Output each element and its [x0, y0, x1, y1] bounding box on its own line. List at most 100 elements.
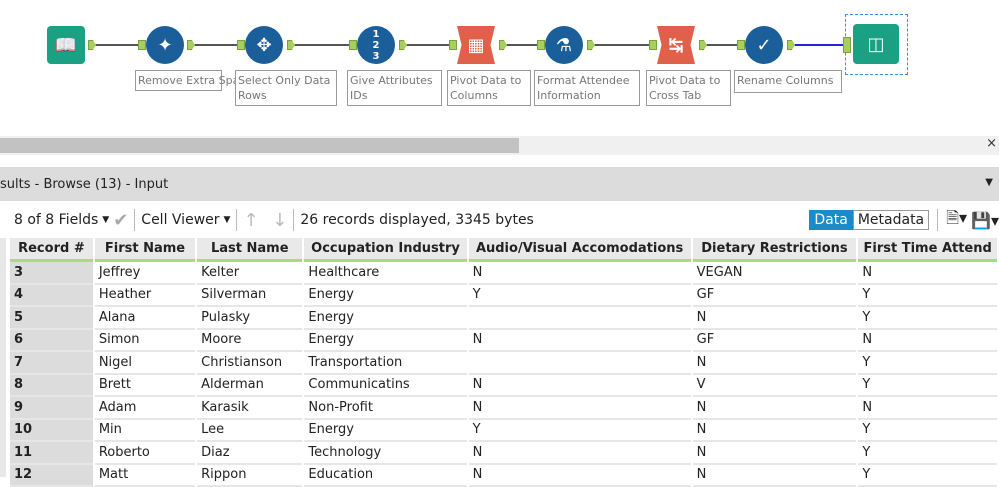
table-cell[interactable]: Non-Profit: [304, 397, 466, 420]
table-cell[interactable]: Energy: [304, 307, 466, 330]
output-anchor[interactable]: [88, 40, 96, 50]
metadata-tab[interactable]: Metadata: [853, 210, 929, 230]
dynamic-rename-tool[interactable]: ✓: [745, 26, 783, 64]
table-cell[interactable]: [469, 307, 691, 330]
input-anchor[interactable]: [537, 40, 545, 50]
input-anchor[interactable]: [449, 40, 457, 50]
input-anchor[interactable]: [349, 40, 357, 50]
column-header[interactable]: Last Name: [197, 238, 302, 262]
record-number[interactable]: 11: [10, 442, 93, 465]
output-anchor[interactable]: [399, 40, 407, 50]
table-cell[interactable]: Christianson: [197, 352, 302, 375]
input-anchor[interactable]: [237, 40, 245, 50]
column-header[interactable]: First Time Attend: [858, 238, 997, 262]
table-cell[interactable]: Heather: [95, 285, 195, 308]
table-cell[interactable]: N: [469, 397, 691, 420]
table-cell[interactable]: Technology: [304, 442, 466, 465]
column-header[interactable]: Dietary Restrictions: [693, 238, 857, 262]
copy-icon[interactable]: 🗎▾: [946, 207, 967, 234]
table-cell[interactable]: Energy: [304, 330, 466, 353]
close-icon[interactable]: ×: [986, 136, 997, 151]
table-row[interactable]: 7NigelChristiansonTransportationNY: [10, 352, 997, 375]
table-cell[interactable]: N: [858, 397, 997, 420]
table-cell[interactable]: [469, 352, 691, 375]
record-number[interactable]: 7: [10, 352, 93, 375]
table-cell[interactable]: Alana: [95, 307, 195, 330]
table-cell[interactable]: N: [693, 465, 857, 487]
table-row[interactable]: 4HeatherSilvermanEnergyYGFY: [10, 285, 997, 308]
table-cell[interactable]: N: [693, 420, 857, 443]
scrollbar-thumb[interactable]: [0, 138, 519, 153]
table-row[interactable]: 12MattRipponEducationNNY: [10, 465, 997, 487]
table-cell[interactable]: Diaz: [197, 442, 302, 465]
arrow-up-icon[interactable]: ↑: [243, 210, 258, 231]
horizontal-scrollbar[interactable]: ×: [0, 136, 999, 155]
table-cell[interactable]: GF: [693, 330, 857, 353]
table-cell[interactable]: Karasik: [197, 397, 302, 420]
table-cell[interactable]: N: [858, 262, 997, 285]
dropdown-icon[interactable]: ▼: [985, 177, 993, 188]
table-cell[interactable]: N: [469, 330, 691, 353]
output-anchor[interactable]: [587, 40, 595, 50]
input-anchor[interactable]: [737, 40, 745, 50]
output-anchor[interactable]: [187, 40, 195, 50]
table-cell[interactable]: GF: [693, 285, 857, 308]
table-cell[interactable]: Moore: [197, 330, 302, 353]
table-cell[interactable]: Communicatins: [304, 375, 466, 398]
table-cell[interactable]: Y: [858, 285, 997, 308]
check-icon[interactable]: ✔: [113, 210, 128, 231]
table-cell[interactable]: Alderman: [197, 375, 302, 398]
save-icon[interactable]: 💾▾: [971, 211, 999, 230]
table-cell[interactable]: Silverman: [197, 285, 302, 308]
table-row[interactable]: 5AlanaPulaskyEnergy NY: [10, 307, 997, 330]
table-cell[interactable]: Y: [858, 375, 997, 398]
table-row[interactable]: 3JeffreyKelterHealthcareNVEGANN: [10, 262, 997, 285]
table-cell[interactable]: N: [693, 307, 857, 330]
table-cell[interactable]: N: [858, 330, 997, 353]
column-header[interactable]: Record #: [10, 238, 93, 262]
cross-tab-tool[interactable]: ↹: [657, 26, 695, 64]
table-cell[interactable]: Roberto: [95, 442, 195, 465]
record-number[interactable]: 4: [10, 285, 93, 308]
formula-tool[interactable]: ⚗: [545, 26, 583, 64]
table-cell[interactable]: Kelter: [197, 262, 302, 285]
table-cell[interactable]: N: [469, 262, 691, 285]
record-id-tool[interactable]: 123: [357, 26, 395, 64]
output-anchor[interactable]: [287, 40, 295, 50]
table-cell[interactable]: N: [469, 442, 691, 465]
table-cell[interactable]: VEGAN: [693, 262, 857, 285]
data-tab[interactable]: Data: [809, 210, 852, 230]
table-cell[interactable]: N: [469, 375, 691, 398]
table-cell[interactable]: Matt: [95, 465, 195, 487]
input-data-tool[interactable]: 📖: [47, 26, 85, 64]
table-row[interactable]: 9AdamKarasikNon-ProfitNNN: [10, 397, 997, 420]
table-cell[interactable]: Y: [858, 352, 997, 375]
workflow-canvas[interactable]: 📖 ✦ ✥ 123 ▦ ⚗ ↹ ✓ ◫ Remove Extra Spaces …: [0, 0, 999, 135]
arrow-down-icon[interactable]: ↓: [272, 210, 287, 231]
table-cell[interactable]: Y: [858, 420, 997, 443]
table-row[interactable]: 10MinLeeEnergyYNY: [10, 420, 997, 443]
table-cell[interactable]: Simon: [95, 330, 195, 353]
table-cell[interactable]: Y: [858, 307, 997, 330]
table-row[interactable]: 11RobertoDiazTechnologyNNY: [10, 442, 997, 465]
table-cell[interactable]: Y: [469, 285, 691, 308]
input-anchor[interactable]: [649, 40, 657, 50]
table-cell[interactable]: Healthcare: [304, 262, 466, 285]
table-cell[interactable]: Nigel: [95, 352, 195, 375]
record-number[interactable]: 5: [10, 307, 93, 330]
record-number[interactable]: 10: [10, 420, 93, 443]
output-anchor[interactable]: [699, 40, 707, 50]
table-cell[interactable]: Adam: [95, 397, 195, 420]
browse-tool[interactable]: ◫: [853, 24, 899, 64]
table-cell[interactable]: Jeffrey: [95, 262, 195, 285]
table-cell[interactable]: V: [693, 375, 857, 398]
table-row[interactable]: 8BrettAldermanCommunicatinsNVY: [10, 375, 997, 398]
transpose-tool[interactable]: ▦: [457, 26, 495, 64]
table-cell[interactable]: Lee: [197, 420, 302, 443]
fields-dropdown[interactable]: 8 of 8 Fields▼✔: [8, 209, 134, 231]
table-cell[interactable]: Energy: [304, 285, 466, 308]
table-cell[interactable]: Pulasky: [197, 307, 302, 330]
table-cell[interactable]: N: [693, 442, 857, 465]
table-cell[interactable]: Transportation: [304, 352, 466, 375]
table-cell[interactable]: Y: [858, 442, 997, 465]
